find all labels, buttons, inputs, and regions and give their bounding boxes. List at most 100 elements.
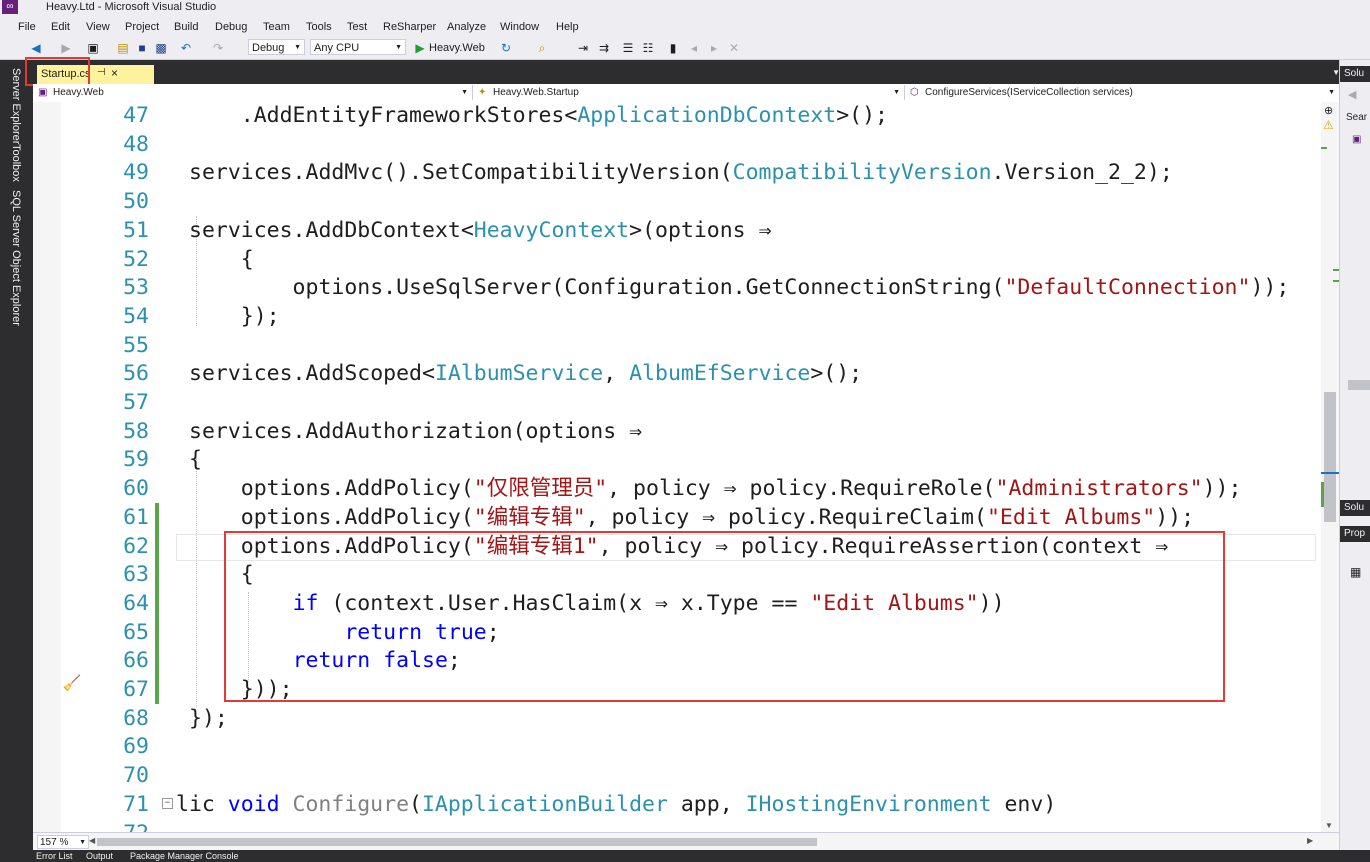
code-line[interactable]: 49 services.AddMvc().SetCompatibilityVers… <box>33 158 1321 187</box>
left-tool-window-strip: Server Explorer Toolbox SQL Server Objec… <box>0 60 33 862</box>
package-manager-console-tab[interactable]: Package Manager Console <box>130 850 239 862</box>
solution-explorer-header[interactable]: Solu <box>1340 66 1370 82</box>
code-token: ( <box>409 791 422 817</box>
uncomment-lines-icon[interactable]: ☷ <box>640 40 656 56</box>
code-line[interactable]: 48 <box>33 130 1321 159</box>
solution-explorer-tab[interactable]: Solu <box>1340 500 1370 516</box>
output-tab[interactable]: Output <box>86 850 113 862</box>
close-icon[interactable]: × <box>111 66 118 80</box>
scroll-left-arrow-icon[interactable]: ◀ <box>89 836 95 845</box>
solution-node-icon[interactable]: ▣ <box>1352 134 1361 145</box>
code-line[interactable]: 53 options.UseSqlServer(Configuration.Ge… <box>33 273 1321 302</box>
comment-lines-icon[interactable]: ☰ <box>620 40 636 56</box>
menu-file[interactable]: File <box>18 19 36 35</box>
scrollbar-thumb[interactable] <box>1324 392 1336 522</box>
menu-resharper[interactable]: ReSharper <box>383 19 436 35</box>
server-explorer-tab[interactable]: Server Explorer <box>9 68 23 144</box>
menu-test[interactable]: Test <box>347 19 367 35</box>
code-token: , policy ⇒ policy.RequireRole( <box>607 476 996 502</box>
code-line[interactable]: 55 <box>33 331 1321 360</box>
code-editor[interactable]: 47 .AddEntityFrameworkStores<Application… <box>33 102 1321 832</box>
solution-configuration-dropdown[interactable]: Debug ▼ <box>248 39 305 55</box>
code-line[interactable]: 72 <box>33 819 1321 833</box>
collapse-region-icon[interactable]: − <box>162 797 173 809</box>
menu-debug[interactable]: Debug <box>215 19 247 35</box>
code-line[interactable]: 56 services.AddScoped<IAlbumService, Albu… <box>33 359 1321 388</box>
member-dropdown[interactable]: ⬡ ConfigureServices(IServiceCollection s… <box>905 85 1339 100</box>
menu-build[interactable]: Build <box>174 19 198 35</box>
menu-help[interactable]: Help <box>556 19 579 35</box>
error-list-tab[interactable]: Error List <box>36 850 73 862</box>
find-in-files-icon[interactable]: ⌕ <box>534 40 550 56</box>
line-number: 57 <box>123 390 149 415</box>
split-editor-icon[interactable]: ⊕ <box>1324 104 1333 117</box>
code-line[interactable]: 71 lic void Configure(IApplicationBuilder… <box>33 790 1321 819</box>
code-line[interactable]: 70 <box>33 761 1321 790</box>
bookmark-icon[interactable]: ▮ <box>665 40 681 56</box>
solution-search-box[interactable]: Sear <box>1346 112 1367 123</box>
chevron-down-icon: ▼ <box>461 89 468 96</box>
scroll-right-arrow-icon[interactable]: ▶ <box>1307 836 1313 845</box>
code-line[interactable]: 52 { <box>33 245 1321 274</box>
change-marker <box>1321 147 1327 149</box>
code-line[interactable]: 61 options.AddPolicy("编辑专辑", policy ⇒ po… <box>33 502 1321 532</box>
new-project-icon[interactable]: ▣ <box>85 40 101 56</box>
menu-tools[interactable]: Tools <box>306 19 332 35</box>
menu-edit[interactable]: Edit <box>51 19 70 35</box>
save-all-icon[interactable]: ▩ <box>153 40 169 56</box>
properties-header[interactable]: Prop <box>1340 526 1370 542</box>
code-line[interactable]: 59 { <box>33 445 1321 474</box>
scroll-down-arrow-icon[interactable]: ▼ <box>1325 821 1333 830</box>
start-debugging-button[interactable]: Heavy.Web <box>429 40 485 56</box>
next-bookmark-icon[interactable]: ▸ <box>706 40 722 56</box>
code-line[interactable]: 47 .AddEntityFrameworkStores<Application… <box>33 102 1321 130</box>
line-number: 65 <box>123 619 149 645</box>
open-file-icon[interactable]: ▤ <box>115 40 131 56</box>
quick-actions-brush-icon[interactable]: 🧹 <box>62 675 82 693</box>
browser-link-refresh-icon[interactable]: ↻ <box>498 40 514 56</box>
solution-platform-dropdown[interactable]: Any CPU ▼ <box>310 39 406 55</box>
code-line[interactable]: 58 services.AddAuthorization(options ⇒ <box>33 417 1321 446</box>
code-token: options.AddPolicy( <box>189 476 474 502</box>
code-token: options.UseSqlServer(Configuration.GetCo… <box>189 275 1005 301</box>
code-line[interactable]: 54 }); <box>33 302 1321 331</box>
menu-team[interactable]: Team <box>263 19 290 35</box>
code-line[interactable]: 69 <box>33 732 1321 761</box>
toolbox-tab[interactable]: Toolbox <box>9 144 23 182</box>
sql-server-object-explorer-tab[interactable]: SQL Server Object Explorer <box>9 190 23 326</box>
navigate-back-icon[interactable]: ◀ <box>28 40 44 56</box>
back-icon[interactable]: ◀ <box>1348 88 1356 101</box>
horizontal-scrollbar[interactable] <box>97 837 1307 847</box>
bottom-tool-window-tabs: Error List Output Package Manager Consol… <box>0 850 1370 862</box>
previous-bookmark-icon[interactable]: ◂ <box>686 40 702 56</box>
code-line[interactable]: 68}); <box>33 704 1321 733</box>
horizontal-scrollbar-thumb[interactable] <box>97 838 817 846</box>
categorized-view-icon[interactable]: ▦ <box>1350 565 1361 579</box>
start-debugging-icon[interactable]: ▶ <box>412 40 428 56</box>
type-token: IAlbumService <box>434 361 604 387</box>
redo-icon[interactable]: ↷ <box>210 40 226 56</box>
type-dropdown[interactable]: ✦ Heavy.Web.Startup ▼ <box>473 85 905 100</box>
menu-view[interactable]: View <box>86 19 110 35</box>
vertical-scrollbar[interactable]: ⊕ ⚠ ▼ <box>1321 102 1339 832</box>
menu-analyze[interactable]: Analyze <box>447 19 486 35</box>
code-line[interactable]: 50 <box>33 187 1321 216</box>
code-line[interactable]: 57 <box>33 388 1321 417</box>
zoom-dropdown[interactable]: 157 % ▼ <box>37 835 89 849</box>
menu-project[interactable]: Project <box>125 19 159 35</box>
solution-scrollbar-thumb[interactable] <box>1348 380 1370 390</box>
undo-icon[interactable]: ↶ <box>178 40 194 56</box>
step-into-icon[interactable]: ⇥ <box>575 40 591 56</box>
pin-icon[interactable]: ⊣ <box>97 67 106 78</box>
menu-window[interactable]: Window <box>500 19 539 35</box>
code-line[interactable]: 60 options.AddPolicy("仅限管理员", policy ⇒ p… <box>33 474 1321 503</box>
string-token: "Administrators" <box>995 476 1203 502</box>
save-icon[interactable]: ■ <box>134 40 150 56</box>
line-number: 50 <box>123 189 149 215</box>
code-line[interactable]: 51 services.AddDbContext<HeavyContext>(op… <box>33 216 1321 245</box>
step-over-icon[interactable]: ⇉ <box>596 40 612 56</box>
navigate-forward-icon[interactable]: ▶ <box>58 40 74 56</box>
code-text: { <box>189 245 254 274</box>
clear-bookmarks-icon[interactable]: ✕ <box>726 40 742 56</box>
project-dropdown[interactable]: ▣ Heavy.Web ▼ <box>33 85 473 100</box>
